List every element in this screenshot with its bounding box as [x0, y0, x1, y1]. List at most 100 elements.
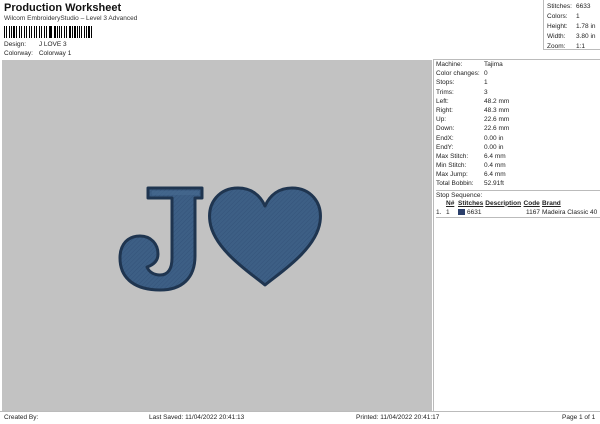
info-value: 6.4 mm — [484, 152, 506, 160]
info-label: Down: — [436, 125, 455, 133]
barcode-bar — [60, 26, 63, 38]
info-label: Up: — [436, 116, 447, 124]
info-label: EndY: — [436, 143, 454, 151]
colorway-label: Colorway: — [4, 50, 33, 57]
barcode-bar — [80, 26, 83, 38]
barcode-bar — [79, 26, 80, 38]
info-row: Down: 22.6 mm — [436, 124, 600, 133]
stats-box: Stitches: 6633 Colors: 1 Height: 1.78 in Wi… — [543, 0, 600, 50]
colorway-value: Colorway 1 — [38, 50, 72, 57]
stat-label: Height: — [547, 23, 568, 30]
info-label: Machine: — [436, 61, 463, 68]
barcode-bar — [84, 26, 85, 38]
info-label: Max Jump: — [436, 171, 468, 179]
info-row: EndX: 0.00 in — [436, 134, 600, 143]
barcode-bar — [34, 26, 36, 38]
design-preview — [2, 60, 432, 411]
design-label: Design: — [4, 41, 27, 48]
colorway-row: Colorway: Colorway 1 — [4, 50, 71, 57]
barcode-bar — [76, 26, 78, 38]
barcode-bar — [30, 26, 33, 38]
info-row: Up: 22.6 mm — [436, 115, 600, 124]
stat-value: 1.78 in — [576, 23, 596, 30]
info-value: 0.00 in — [484, 143, 504, 151]
info-value: 0.4 mm — [484, 162, 506, 170]
barcode-bar — [56, 26, 58, 38]
barcode-bar — [21, 26, 22, 38]
info-row: Machine: Tajima — [436, 60, 600, 69]
letter-j — [118, 186, 204, 292]
stop-sequence-label: Stop Sequence: — [436, 189, 600, 199]
barcode-bar — [36, 26, 37, 38]
barcode-bar — [16, 26, 17, 38]
barcode-bar — [28, 26, 30, 38]
info-row: EndY: 0.00 in — [436, 143, 600, 152]
row-description — [485, 208, 523, 218]
info-label: Right: — [436, 106, 453, 114]
machine-info-panel: Machine: Tajima Color changes: 0 Stops: 1 Trim… — [433, 59, 600, 411]
table-row: 1. 1 6631 1167 Madeira Classic 40 — [436, 208, 600, 218]
barcode-bar — [91, 26, 93, 38]
barcode-bar — [10, 26, 12, 38]
info-label: Max Stitch: — [436, 152, 469, 160]
stat-row: Height: 1.78 in — [547, 22, 600, 32]
stat-row: Stitches: 6633 — [547, 2, 600, 12]
software-subtitle: Wilcom EmbroideryStudio – Level 3 Advanc… — [4, 15, 138, 22]
info-label: Min Stitch: — [436, 162, 467, 170]
row-brand: Madeira Classic 40 — [542, 208, 598, 216]
barcode-bar — [50, 26, 53, 38]
barcode-bar — [38, 26, 41, 38]
info-value: 0 — [484, 70, 488, 78]
barcode-bar — [4, 26, 5, 38]
info-row: Color changes: 0 — [436, 69, 600, 78]
row-n: 1 — [446, 208, 450, 216]
barcode-bar — [23, 26, 25, 38]
barcode-bar — [59, 26, 60, 38]
stat-value: 1 — [576, 13, 580, 20]
stat-value: 3.80 in — [576, 33, 596, 40]
info-value: 48.3 mm — [484, 106, 510, 114]
heart-shape — [208, 186, 322, 287]
worksheet-title: Production Worksheet — [4, 2, 122, 14]
row-stitches: 6631 — [458, 208, 485, 218]
info-label: Trims: — [436, 88, 454, 96]
barcode-bar — [46, 26, 47, 38]
row-code: 1167 — [526, 208, 540, 216]
info-value: 3 — [484, 88, 488, 96]
barcode-bar — [64, 26, 65, 38]
barcode-bar — [71, 26, 73, 38]
barcode-bar — [43, 26, 46, 38]
footer: Created By: Last Saved: 11/04/2022 20:41… — [0, 411, 600, 424]
info-value: 48.2 mm — [484, 97, 510, 105]
info-label: Color changes: — [436, 70, 480, 78]
barcode — [4, 26, 94, 38]
table-header-row: N# Stitches Description Code Brand — [436, 199, 600, 208]
stat-row: Colors: 1 — [547, 12, 600, 22]
barcode-bar — [8, 26, 10, 38]
barcode-bar — [88, 26, 91, 38]
stat-label: Width: — [547, 33, 566, 40]
barcode-bar — [18, 26, 21, 38]
col-n: N# — [446, 199, 455, 207]
barcode-bar — [13, 26, 16, 38]
info-value: 52.91ft — [484, 180, 504, 188]
info-value: 0.00 in — [484, 134, 504, 142]
stat-value: 6633 — [576, 3, 591, 10]
row-stitches-value: 6631 — [467, 208, 482, 216]
last-saved: Last Saved: 11/04/2022 20:41:13 — [149, 414, 245, 421]
info-row: Right: 48.3 mm — [436, 106, 600, 115]
info-value: 22.6 mm — [484, 125, 510, 133]
col-code: Code — [523, 199, 540, 207]
stat-label: Stitches: — [547, 3, 572, 10]
info-label: Stops: — [436, 79, 455, 87]
row-index: 1. — [436, 208, 442, 216]
barcode-bar — [65, 26, 67, 38]
info-row: Stops: 1 — [436, 78, 600, 87]
barcode-bar — [41, 26, 42, 38]
info-value: 6.4 mm — [484, 171, 506, 179]
thread-swatch — [458, 209, 465, 216]
printed-date: Printed: 11/04/2022 20:41:17 — [356, 414, 440, 421]
info-label: Total Bobbin: — [436, 180, 474, 188]
barcode-bar — [25, 26, 27, 38]
stop-sequence-table: N# Stitches Description Code Brand 1. 1 … — [436, 199, 600, 218]
